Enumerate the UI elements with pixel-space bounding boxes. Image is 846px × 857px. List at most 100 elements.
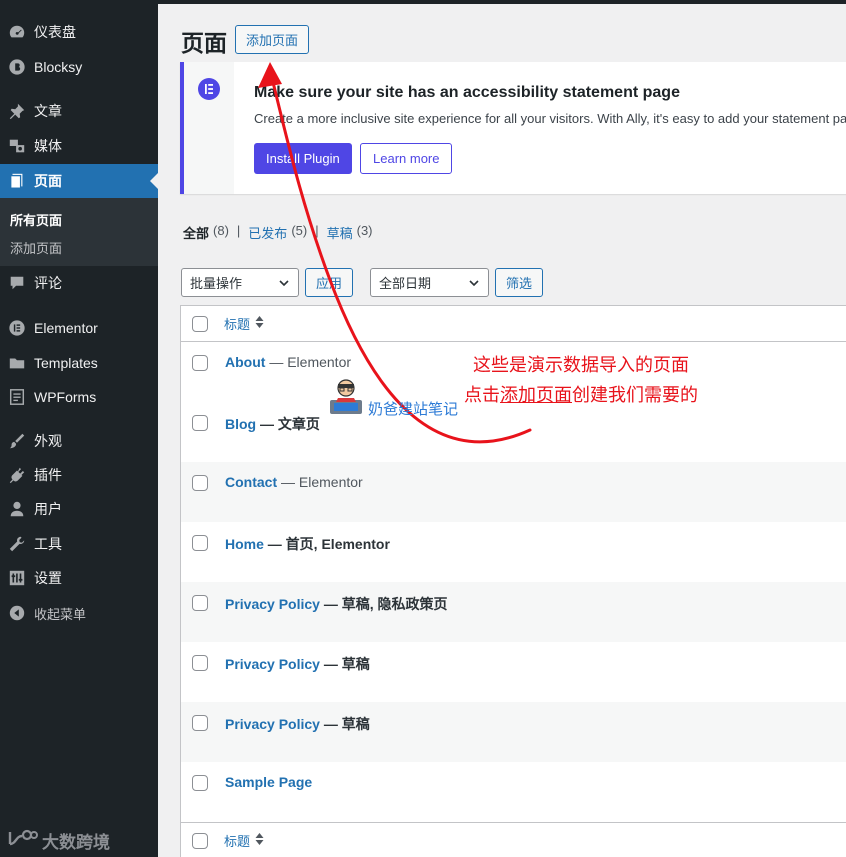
apply-button[interactable]: 应用 <box>305 268 353 297</box>
menu-templates[interactable]: Templates <box>0 346 158 380</box>
menu-pages[interactable]: 页面 <box>0 164 158 198</box>
annotation-text-part: 创建我们需要的 <box>572 385 698 405</box>
annotation-line-1: 这些是演示数据导入的页面 <box>473 355 689 375</box>
menu-media[interactable]: 媒体 <box>0 129 158 163</box>
watermark-text: 大数跨境 <box>42 833 110 852</box>
menu-posts[interactable]: 文章 <box>0 94 158 128</box>
menu-label: 工具 <box>34 536 62 552</box>
row-checkbox[interactable] <box>192 535 208 551</box>
sort-icon <box>255 832 264 849</box>
page-link[interactable]: Contact <box>225 474 277 490</box>
submenu-all-pages[interactable]: 所有页面 <box>10 210 62 229</box>
row-title: Privacy Policy — 草稿, 隐私政策页 <box>225 594 448 614</box>
annotation-highlight: 添加页面 <box>500 385 572 405</box>
collapse-icon <box>0 604 34 622</box>
dashboard-icon <box>0 23 34 41</box>
menu-label: 插件 <box>34 467 62 483</box>
menu-label: WPForms <box>34 389 97 405</box>
ally-notice: Make sure your site has an accessibility… <box>180 62 846 194</box>
menu-label: 媒体 <box>34 138 62 154</box>
annotation-text: 这些是演示数据导入的页面 点击添加页面创建我们需要的 <box>446 350 716 410</box>
brush-icon <box>0 432 34 450</box>
column-label: 标题 <box>224 834 251 849</box>
form-icon <box>0 388 34 406</box>
table-row: Privacy Policy — 草稿 <box>181 702 846 762</box>
learn-more-button[interactable]: Learn more <box>360 143 453 174</box>
menu-label: 收起菜单 <box>34 606 87 622</box>
chevron-down-icon <box>278 277 290 292</box>
bulk-action-select[interactable]: 批量操作 <box>181 268 299 297</box>
menu-tools[interactable]: 工具 <box>0 527 158 561</box>
view-published[interactable]: 已发布 <box>248 223 287 242</box>
view-all[interactable]: 全部 <box>183 223 209 242</box>
row-checkbox[interactable] <box>192 715 208 731</box>
view-label: 已发布 <box>248 226 288 241</box>
row-checkbox[interactable] <box>192 775 208 791</box>
mascot-icon <box>326 376 366 421</box>
date-filter-select[interactable]: 全部日期 <box>370 268 489 297</box>
chevron-down-icon <box>468 277 480 292</box>
page-link[interactable]: Sample Page <box>225 774 312 790</box>
row-checkbox[interactable] <box>192 655 208 671</box>
menu-wpforms[interactable]: WPForms <box>0 380 158 414</box>
page-link[interactable]: Privacy Policy <box>225 716 320 732</box>
view-label: 草稿 <box>326 226 353 241</box>
menu-appearance[interactable]: 外观 <box>0 424 158 458</box>
row-title: Home — 首页, Elementor <box>225 534 390 554</box>
blocksy-icon <box>0 58 34 76</box>
page-link[interactable]: Home <box>225 536 264 552</box>
notice-title: Make sure your site has an accessibility… <box>254 84 680 101</box>
table-row: Privacy Policy — 草稿 <box>181 642 846 702</box>
notice-icon-area <box>184 62 234 194</box>
row-title: Sample Page <box>225 774 312 790</box>
page-link[interactable]: Privacy Policy <box>225 596 320 612</box>
menu-users[interactable]: 用户 <box>0 492 158 526</box>
post-state: — 草稿 <box>319 656 370 672</box>
submenu-add-page[interactable]: 添加页面 <box>10 238 62 257</box>
menu-collapse[interactable]: 收起菜单 <box>0 596 158 630</box>
menu-comments[interactable]: 评论 <box>0 266 158 300</box>
select-value: 批量操作 <box>190 276 243 291</box>
page-link[interactable]: Blog <box>225 416 256 432</box>
row-checkbox[interactable] <box>192 595 208 611</box>
table-row: Contact — Elementor <box>181 462 846 522</box>
annotation-text-part: 点击 <box>464 385 500 405</box>
row-checkbox[interactable] <box>192 355 208 371</box>
add-page-button[interactable]: 添加页面 <box>235 25 310 54</box>
row-title: Blog — 文章页 <box>225 414 320 434</box>
wrench-icon <box>0 535 34 553</box>
notice-description: Create a more inclusive site experience … <box>254 111 846 126</box>
table-header: 标题 <box>181 306 846 342</box>
row-checkbox[interactable] <box>192 475 208 491</box>
corner-watermark: 大数跨境 <box>8 828 110 853</box>
filter-button[interactable]: 筛选 <box>495 268 543 297</box>
annotation-line-2: 点击添加页面创建我们需要的 <box>446 380 716 410</box>
install-plugin-button[interactable]: Install Plugin <box>254 143 352 174</box>
menu-blocksy[interactable]: Blocksy <box>0 50 158 84</box>
menu-label: 外观 <box>34 433 62 449</box>
settings-icon <box>0 569 34 587</box>
view-drafts[interactable]: 草稿 <box>327 223 353 242</box>
post-state: — Elementor <box>265 354 352 370</box>
status-filter-links: 全部 (8) | 已发布 (5) | 草稿 (3) <box>183 223 373 242</box>
row-title: About — Elementor <box>225 354 351 370</box>
separator: | <box>315 223 319 238</box>
row-title: Privacy Policy — 草稿 <box>225 654 370 674</box>
title-column-header[interactable]: 标题 <box>224 314 264 333</box>
page-link[interactable]: Privacy Policy <box>225 656 320 672</box>
menu-settings[interactable]: 设置 <box>0 561 158 595</box>
menu-elementor[interactable]: Elementor <box>0 311 158 345</box>
post-state: — 草稿 <box>319 716 370 732</box>
column-label: 标题 <box>224 317 251 332</box>
page-title: 页面 <box>181 30 227 56</box>
select-all-checkbox[interactable] <box>192 833 208 849</box>
title-column-header[interactable]: 标题 <box>224 831 264 850</box>
menu-plugins[interactable]: 插件 <box>0 458 158 492</box>
watermark-logo-icon <box>8 828 38 853</box>
page-link[interactable]: About <box>225 354 265 370</box>
select-all-checkbox[interactable] <box>192 316 208 332</box>
row-checkbox[interactable] <box>192 415 208 431</box>
view-count: (8) <box>213 223 229 238</box>
table-row: Privacy Policy — 草稿, 隐私政策页 <box>181 582 846 642</box>
menu-dashboard[interactable]: 仪表盘 <box>0 15 158 49</box>
